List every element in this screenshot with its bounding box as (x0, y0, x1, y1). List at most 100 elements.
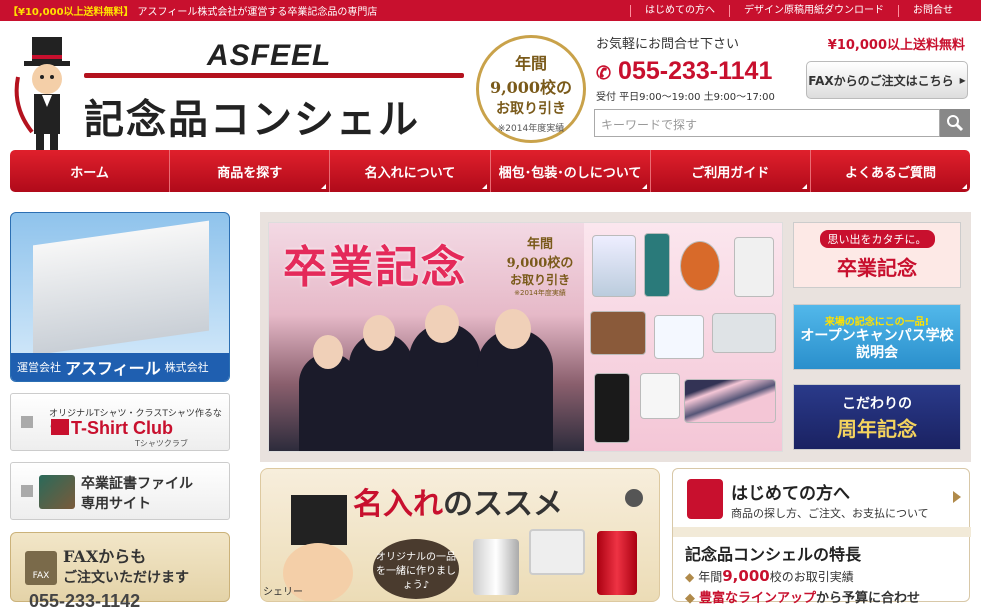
seal-line2: 9,000校の (506, 256, 574, 271)
company-name: アスフィール (65, 359, 161, 378)
product-image (592, 235, 636, 297)
free-shipping-label: ¥10,000以上送料無料 (827, 38, 965, 53)
mascot-name: シェリー (263, 587, 303, 598)
company-prefix: 運営会社 (17, 361, 61, 374)
checkbox-icon (21, 416, 33, 428)
top-announcement-bar: 【¥10,000以上送料無料】 アスフィール株式会社が運営する卒業記念品の専門店… (0, 0, 981, 21)
site-name-logo[interactable]: 記念品コンシェル (84, 87, 420, 145)
graduation-hero-banner[interactable]: 卒業記念 年間 9,000校の お取り引き ※2014年度実績 (268, 222, 783, 452)
anniversary-banner[interactable]: こだわりの 周年記念 (793, 384, 961, 450)
fax-order-button[interactable]: FAXからのご注文はこちら ▸ (806, 61, 968, 99)
title-rest: のススメ (443, 487, 563, 522)
diploma-line2: 専用サイト (81, 496, 151, 512)
feature2-rest: から予算に合わせ (816, 591, 921, 606)
fax-icon: FAX (25, 551, 57, 585)
open-campus-title: オープンキャンパス学校説明会 (800, 327, 954, 361)
free-shipping-notice: 【¥10,000以上送料無料】 (8, 7, 134, 18)
nav-products[interactable]: 商品を探す (170, 150, 331, 192)
nav-packaging[interactable]: 梱包･包装･のしについて (491, 150, 651, 192)
business-hours: 受付 平日9:00〜19:00 土9:00〜17:00 (596, 92, 775, 103)
anniversary-title: 周年記念 (837, 416, 917, 441)
fax-order-label: FAXからのご注文はこちら (808, 73, 954, 88)
nav-label: ホーム (70, 165, 109, 181)
anniversary-sub: こだわりの (842, 395, 912, 412)
company-bar: 運営会社 アスフィール 株式会社 (11, 353, 229, 381)
badge-line2: 9,000校の (489, 78, 573, 97)
seal-line1: 年間 (526, 237, 553, 252)
nav-label: 梱包･包装･のしについて (498, 165, 642, 181)
nav-label: ご利用ガイド (691, 165, 770, 181)
search-input[interactable]: キーワードで探す (594, 109, 940, 137)
seal-note: ※2014年度実績 (514, 289, 566, 297)
mug-image (473, 539, 519, 595)
phone-icon: ✆ (596, 63, 612, 83)
feature2-red: 豊富なラインアップ (699, 591, 817, 606)
product-image (654, 315, 704, 359)
product-image (640, 373, 680, 419)
tshirt-sub: Tシャツクラブ (135, 439, 188, 448)
nav-name-printing[interactable]: 名入れについて (330, 150, 491, 192)
nav-guide[interactable]: ご利用ガイド (651, 150, 811, 192)
corner-arrow-icon (321, 184, 327, 189)
corner-arrow-icon (481, 184, 487, 189)
feature1-num: 9,000 (722, 567, 770, 585)
product-image (644, 233, 670, 297)
nav-faq[interactable]: よくあるご質問 (811, 150, 970, 192)
open-campus-sub: 来場の記念にこの一品! (824, 316, 930, 328)
tumbler-image (597, 531, 637, 595)
diamond-icon: ◆ (685, 591, 695, 606)
first-time-link[interactable]: はじめての方へ (731, 479, 850, 504)
feature1-pre: 年間 (698, 570, 723, 584)
chevron-right-icon: ▸ (959, 73, 966, 87)
corner-arrow-icon (962, 184, 968, 189)
mascot-hat-icon (291, 495, 347, 545)
main-nav: ホーム 商品を探す 名入れについて 梱包･包装･のしについて ご利用ガイド よく… (10, 150, 970, 192)
company-suffix: 株式会社 (164, 361, 209, 374)
phone-number[interactable]: ✆ 055-233-1141 (596, 57, 772, 86)
graduation-banner-sub: 思い出をカタチに。 (819, 229, 935, 248)
play-arrow-icon[interactable] (625, 489, 643, 507)
diploma-file-icon (39, 475, 75, 509)
product-image (712, 313, 776, 353)
student-head (425, 305, 459, 343)
tshirt-logo: T-Shirt Club (71, 418, 173, 438)
corner-arrow-icon (801, 184, 807, 189)
tshirt-club-banner[interactable]: オリジナルTシャツ・クラスTシャツ作るなら T-Shirt Club Tシャツク… (10, 393, 230, 451)
search-button[interactable] (940, 109, 970, 137)
badge-note: ※2014年度実績 (497, 124, 565, 134)
diploma-file-banner[interactable]: 卒業証書ファイル 専用サイト (10, 462, 230, 520)
name-printing-banner[interactable]: シェリー 名入れのススメ オリジナルの一品を一緒に作りましょう♪ (260, 468, 660, 602)
student-head (313, 335, 343, 369)
tshirt-icon (51, 419, 69, 435)
building-image (33, 220, 209, 356)
top-link-contact[interactable]: お問合せ (898, 4, 967, 17)
site-tagline: アスフィール株式会社が運営する卒業記念品の専門店 (137, 7, 378, 18)
fax-line2: ご注文いただけます (63, 570, 189, 586)
search-icon (947, 115, 964, 132)
open-campus-banner[interactable]: 来場の記念にこの一品! オープンキャンパス学校説明会 (793, 304, 961, 370)
student-head (363, 315, 395, 351)
corner-arrow-icon (641, 184, 647, 189)
checkbox-icon (21, 485, 33, 497)
product-image (590, 311, 646, 355)
chevron-right-icon[interactable] (953, 491, 961, 503)
hero-seal: 年間 9,000校の お取り引き ※2014年度実績 (497, 227, 583, 297)
mascot-logo-icon[interactable] (12, 37, 80, 155)
brand-logo[interactable]: ASFEEL (207, 39, 331, 73)
badge-line1: 年間 (514, 54, 547, 73)
graduation-banner-title: 卒業記念 (837, 255, 917, 280)
top-link-first-time[interactable]: はじめての方へ (630, 4, 729, 17)
feature1-post: 校のお取引実績 (769, 570, 854, 584)
student-head (495, 309, 531, 349)
top-links: はじめての方へ デザイン原稿用紙ダウンロード お問合せ (630, 0, 967, 21)
diploma-line1: 卒業証書ファイル (81, 476, 193, 492)
products-collage (584, 223, 782, 451)
speech-bubble: オリジナルの一品を一緒に作りましょう♪ (373, 539, 459, 599)
fax-order-box[interactable]: FAX FAXからも ご注文いただけます 055-233-1142 (10, 532, 230, 611)
graduation-banner[interactable]: 思い出をカタチに。 卒業記念 (793, 222, 961, 288)
nav-home[interactable]: ホーム (10, 150, 171, 192)
company-banner[interactable]: 運営会社 アスフィール 株式会社 (10, 212, 230, 382)
nav-label: 名入れについて (364, 165, 456, 181)
top-link-download[interactable]: デザイン原稿用紙ダウンロード (729, 4, 898, 17)
name-printing-title: 名入れのススメ (353, 479, 563, 523)
